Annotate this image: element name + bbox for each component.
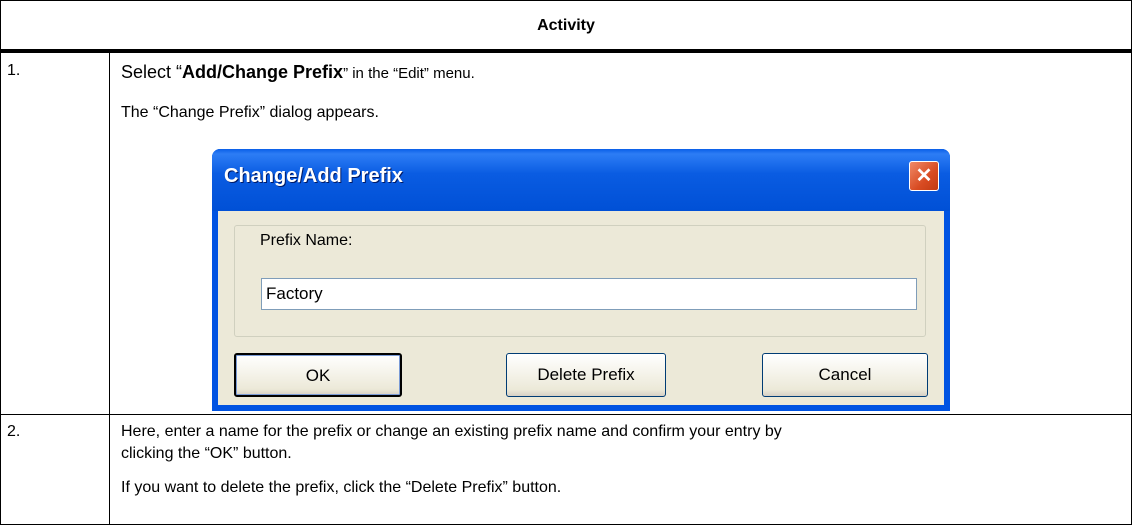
step-1-post: ” in the “Edit” menu.: [343, 65, 475, 82]
step-1-menu-command: Add/Change Prefix: [182, 62, 344, 82]
step-number-1: 1.: [7, 62, 21, 79]
step-1-instruction: Select “Add/Change Prefix” in the “Edit”…: [121, 62, 475, 83]
dialog-title: Change/Add Prefix: [224, 165, 403, 187]
prefix-name-input[interactable]: Factory: [261, 278, 917, 310]
close-icon[interactable]: ✕: [909, 161, 939, 191]
dialog-titlebar[interactable]: Change/Add Prefix ✕: [212, 149, 950, 211]
dialog-body: Prefix Name: Factory OK Delete Prefix Ca…: [218, 211, 944, 405]
step-2-line-2: clicking the “OK” button.: [121, 445, 292, 462]
prefix-name-value: Factory: [266, 284, 323, 303]
column-divider: [109, 53, 110, 525]
step-number-2: 2.: [7, 423, 21, 440]
step-1-result: The “Change Prefix” dialog appears.: [121, 104, 379, 121]
step-2-line-1: Here, enter a name for the prefix or cha…: [121, 423, 782, 440]
cancel-button[interactable]: Cancel: [762, 353, 928, 397]
prefix-name-label: Prefix Name:: [257, 232, 356, 250]
change-add-prefix-dialog: Change/Add Prefix ✕ Prefix Name: Factory…: [212, 149, 950, 411]
step-2-line-3: If you want to delete the prefix, click …: [121, 479, 562, 496]
table-header: Activity: [1, 1, 1131, 53]
step-1-pre: Select “: [121, 62, 183, 82]
ok-button[interactable]: OK: [234, 353, 402, 397]
row-divider: [1, 414, 1131, 415]
prefix-name-group: Prefix Name: Factory: [234, 225, 926, 337]
delete-prefix-button[interactable]: Delete Prefix: [506, 353, 666, 397]
